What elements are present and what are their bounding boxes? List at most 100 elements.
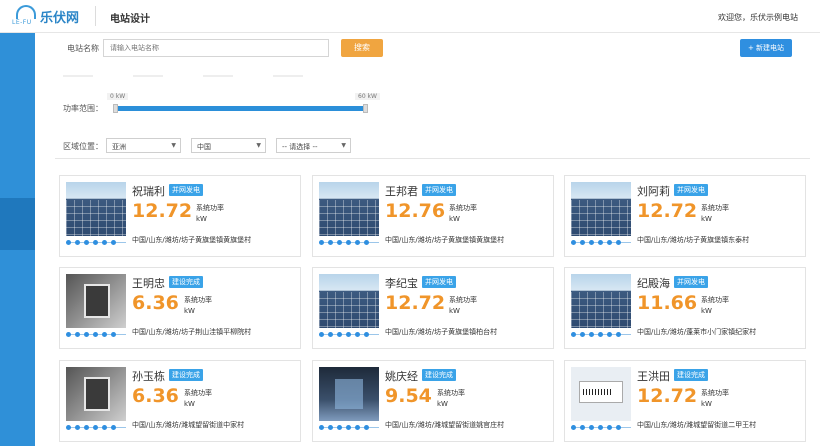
carousel-dot[interactable] [337,425,342,430]
carousel-dot[interactable] [589,240,594,245]
search-button[interactable]: 搜索 [341,39,383,57]
carousel-dot[interactable] [337,332,342,337]
carousel-dot[interactable] [75,425,80,430]
station-card[interactable]: 姚庆经 建设完成 9.54 系统功率 kW 中国/山东/潍坊/潍城望留街道姚官庄村 [312,360,554,442]
station-photo[interactable] [319,182,379,236]
station-owner-name[interactable]: 王邦君 [385,183,418,199]
province-select[interactable]: -- 请选择 -- ▼ [276,138,351,153]
carousel-dot[interactable] [66,332,71,337]
carousel-dot[interactable] [111,425,116,430]
station-card[interactable]: 刘阿莉 并网发电 12.72 系统功率 kW 中国/山东/潍坊/坊子黄旗堡镇东泰村 [564,175,806,257]
carousel-dot[interactable] [580,332,585,337]
station-photo[interactable] [66,182,126,236]
country-select[interactable]: 中国 ▼ [191,138,266,153]
carousel-dot[interactable] [616,332,621,337]
station-owner-name[interactable]: 王明忠 [132,275,165,291]
carousel-dot[interactable] [571,240,576,245]
carousel-dot[interactable] [355,240,360,245]
carousel-dot[interactable] [102,425,107,430]
station-card[interactable]: 李纪宝 并网发电 12.72 系统功率 kW 中国/山东/潍坊/坊子黄旗堡镇柏台村 [312,267,554,349]
carousel-dot[interactable] [355,425,360,430]
station-card[interactable]: 王明忠 建设完成 6.36 系统功率 kW 中国/山东/潍坊/坊子荆山洼镇平柳院村 [59,267,301,349]
carousel-dot[interactable] [589,425,594,430]
photo-carousel-dots[interactable] [571,240,631,246]
continent-select[interactable]: 亚洲 ▼ [106,138,181,153]
photo-carousel-dots[interactable] [571,332,631,338]
carousel-dot[interactable] [84,332,89,337]
carousel-dot[interactable] [66,240,71,245]
station-owner-name[interactable]: 孙玉栋 [132,368,165,384]
carousel-dot[interactable] [598,240,603,245]
station-owner-name[interactable]: 姚庆经 [385,368,418,384]
carousel-dot[interactable] [616,425,621,430]
carousel-dot[interactable] [328,425,333,430]
carousel-dot[interactable] [319,240,324,245]
carousel-dot[interactable] [66,425,71,430]
carousel-dot[interactable] [337,240,342,245]
carousel-dot[interactable] [616,240,621,245]
station-owner-name[interactable]: 王洪田 [637,368,670,384]
station-photo[interactable] [66,367,126,421]
slider-max-handle[interactable] [363,104,368,113]
station-photo[interactable] [571,367,631,421]
photo-carousel-dots[interactable] [571,425,631,431]
brand-name[interactable]: 乐伏网 [40,7,79,26]
carousel-dot[interactable] [364,240,369,245]
carousel-dot[interactable] [75,332,80,337]
station-photo[interactable] [571,274,631,328]
station-card[interactable]: 孙玉栋 建设完成 6.36 系统功率 kW 中国/山东/潍坊/潍城望留街道中家村 [59,360,301,442]
station-name-input[interactable] [103,39,329,57]
photo-carousel-dots[interactable] [319,332,379,338]
station-owner-name[interactable]: 李纪宝 [385,275,418,291]
station-card[interactable]: 祝瑞利 并网发电 12.72 系统功率 kW 中国/山东/潍坊/坊子黄旗堡镇黄旗堡村 [59,175,301,257]
lefu-logo[interactable]: LE-FU [12,5,40,29]
photo-carousel-dots[interactable] [319,240,379,246]
carousel-dot[interactable] [364,332,369,337]
welcome-user[interactable]: 欢迎您，乐伏示例电站 [718,12,798,23]
new-station-button[interactable]: + 新建电站 [740,39,792,57]
carousel-dot[interactable] [571,425,576,430]
carousel-dot[interactable] [84,240,89,245]
power-range-slider[interactable] [115,106,367,111]
carousel-dot[interactable] [571,332,576,337]
carousel-dot[interactable] [319,332,324,337]
photo-carousel-dots[interactable] [66,425,126,431]
station-card[interactable]: 王洪田 建设完成 12.72 系统功率 kW 中国/山东/潍坊/潍城望留街道二甲王村 [564,360,806,442]
station-photo[interactable] [66,274,126,328]
station-owner-name[interactable]: 刘阿莉 [637,183,670,199]
carousel-dot[interactable] [111,332,116,337]
carousel-dot[interactable] [346,240,351,245]
carousel-dot[interactable] [328,332,333,337]
slider-min-handle[interactable] [113,104,118,113]
left-nav-rail[interactable] [0,33,35,446]
carousel-dot[interactable] [607,425,612,430]
carousel-dot[interactable] [607,332,612,337]
carousel-dot[interactable] [93,332,98,337]
station-owner-name[interactable]: 祝瑞利 [132,183,165,199]
carousel-dot[interactable] [589,332,594,337]
carousel-dot[interactable] [364,425,369,430]
carousel-dot[interactable] [607,240,612,245]
photo-carousel-dots[interactable] [319,425,379,431]
carousel-dot[interactable] [580,425,585,430]
carousel-dot[interactable] [355,332,360,337]
carousel-dot[interactable] [102,240,107,245]
carousel-dot[interactable] [346,332,351,337]
station-card[interactable]: 纪殿海 并网发电 11.66 系统功率 kW 中国/山东/潍坊/蓬莱市小门家镇纪家村 [564,267,806,349]
station-owner-name[interactable]: 纪殿海 [637,275,670,291]
station-photo[interactable] [319,274,379,328]
photo-carousel-dots[interactable] [66,332,126,338]
carousel-dot[interactable] [319,425,324,430]
carousel-dot[interactable] [111,240,116,245]
carousel-dot[interactable] [598,332,603,337]
carousel-dot[interactable] [346,425,351,430]
carousel-dot[interactable] [93,240,98,245]
carousel-dot[interactable] [580,240,585,245]
carousel-dot[interactable] [93,425,98,430]
station-photo[interactable] [571,182,631,236]
carousel-dot[interactable] [102,332,107,337]
station-card[interactable]: 王邦君 并网发电 12.76 系统功率 kW 中国/山东/潍坊/坊子黄旗堡镇黄旗堡村 [312,175,554,257]
carousel-dot[interactable] [84,425,89,430]
photo-carousel-dots[interactable] [66,240,126,246]
carousel-dot[interactable] [75,240,80,245]
